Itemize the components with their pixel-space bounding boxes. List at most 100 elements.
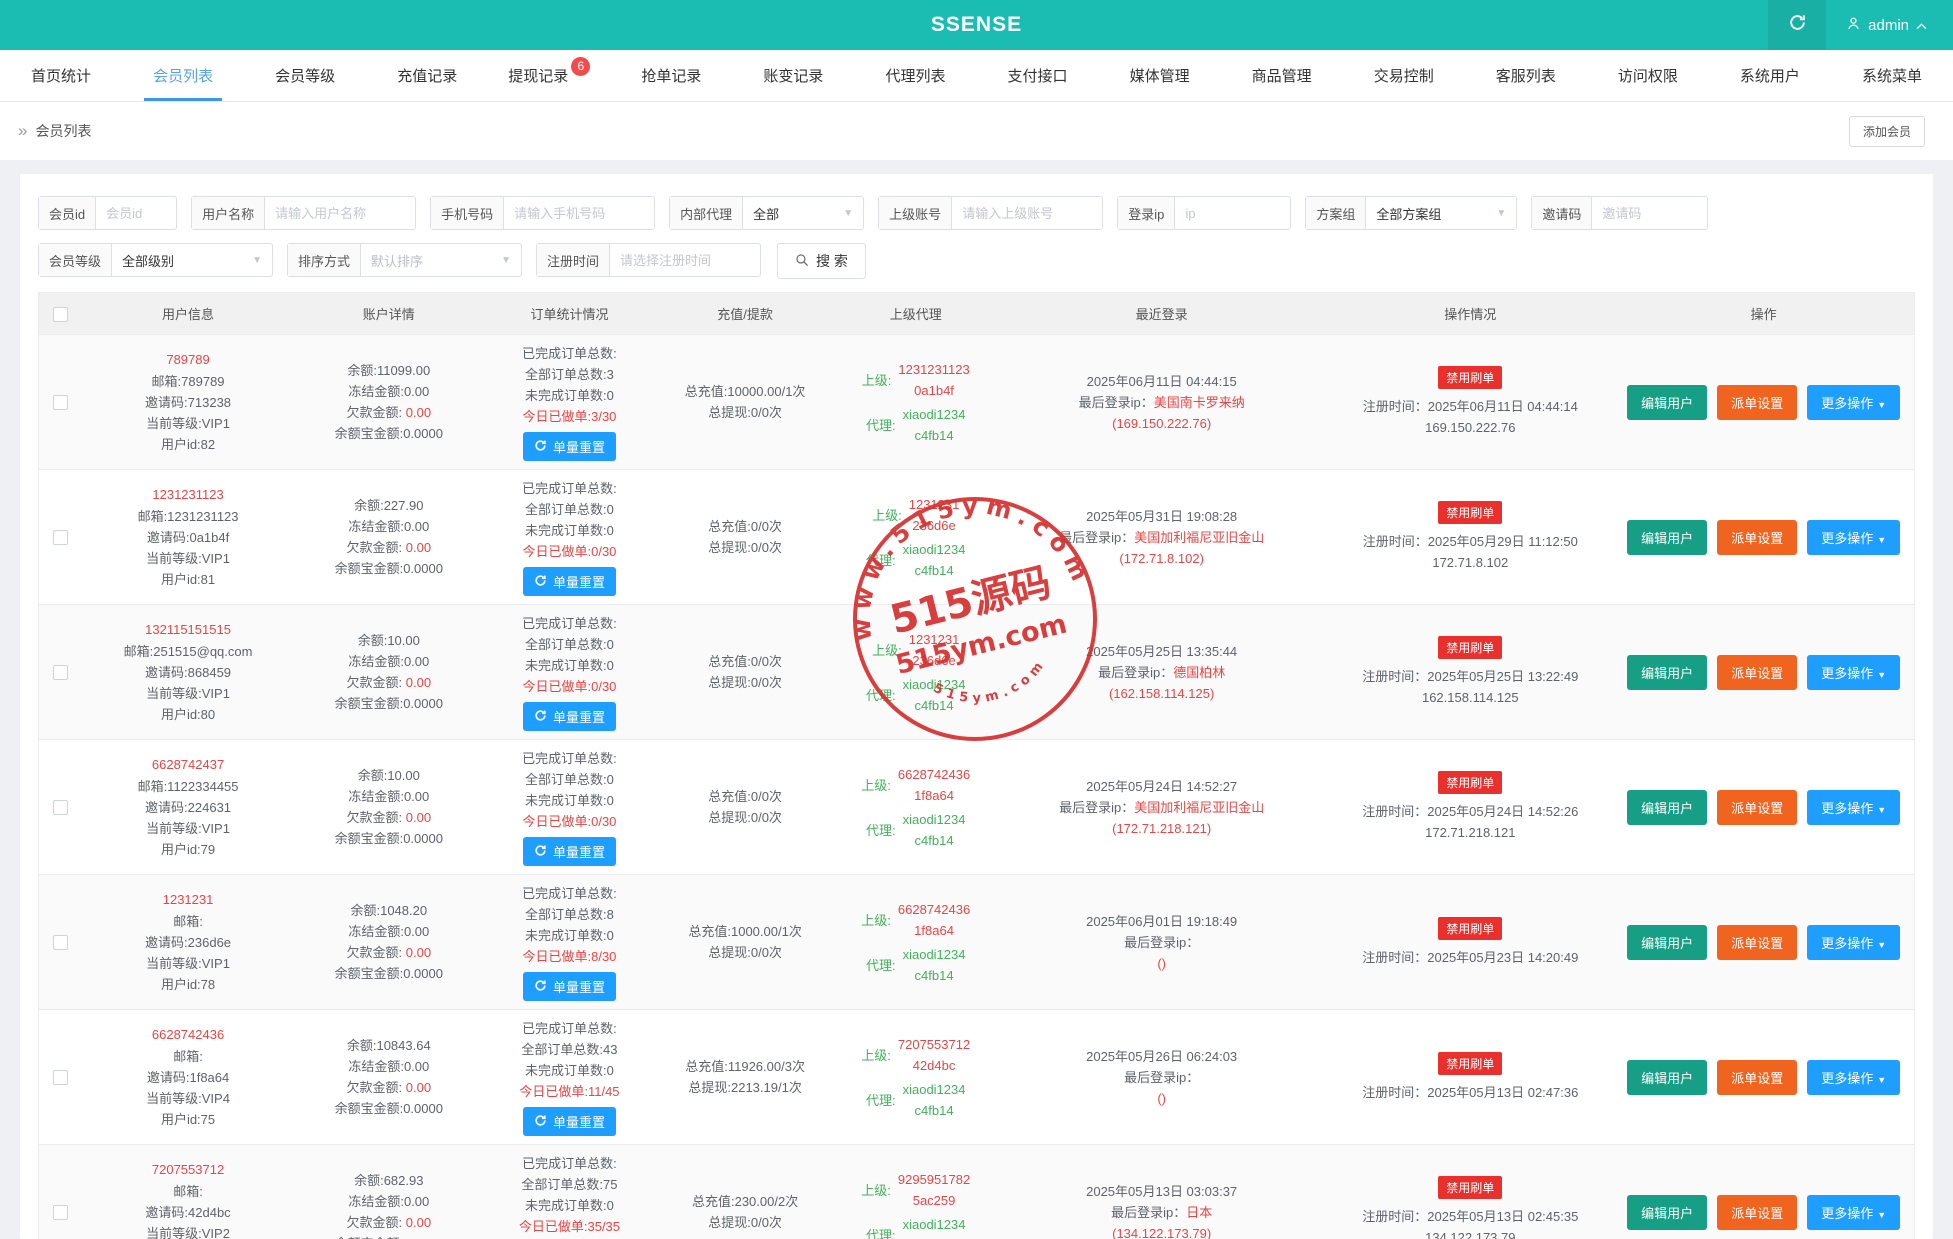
filter-input-register-time[interactable] xyxy=(610,244,761,276)
dispatch-settings-button[interactable]: 派单设置 xyxy=(1717,789,1798,825)
nav-tab-balance-change-records[interactable]: 账变记录 xyxy=(732,50,854,101)
nav-tab-recharge-records[interactable]: 充值记录 xyxy=(366,50,488,101)
dispatch-settings-button[interactable]: 派单设置 xyxy=(1717,1194,1798,1230)
button-label: 编辑用户 xyxy=(1641,665,1694,681)
user-info-line: 当前等级:VIP1 xyxy=(146,956,230,971)
debt-line: 欠款金额: 0.00 xyxy=(346,945,432,960)
row-checkbox[interactable] xyxy=(53,665,69,681)
row-checkbox[interactable] xyxy=(53,1070,69,1086)
more-actions-button[interactable]: 更多操作 ▼ xyxy=(1807,519,1901,555)
user-id[interactable]: 6628742436 xyxy=(85,1024,292,1045)
filter-select-plan-group[interactable]: 全部方案组 ▼ xyxy=(1366,197,1516,229)
nav-tab-payment-api[interactable]: 支付接口 xyxy=(977,50,1099,101)
nav-tab-withdraw-records[interactable]: 提现记录 6 xyxy=(488,50,610,101)
filter-input-parent-account[interactable] xyxy=(952,197,1103,229)
edit-user-button[interactable]: 编辑用户 xyxy=(1627,789,1708,825)
filter-input-phone[interactable] xyxy=(504,197,655,229)
filter-label: 邀请码 xyxy=(1532,197,1593,229)
add-member-button[interactable]: 添加会员 xyxy=(1848,115,1925,147)
search-button[interactable]: 搜 索 xyxy=(777,243,866,279)
reset-order-count-button[interactable]: 单量重置 xyxy=(522,972,616,1001)
nav-tab-label: 交易控制 xyxy=(1373,68,1434,85)
reset-order-count-button[interactable]: 单量重置 xyxy=(522,1107,616,1136)
dispatch-settings-button[interactable]: 派单设置 xyxy=(1717,384,1798,420)
row-checkbox[interactable] xyxy=(53,1205,69,1221)
agent-value: 42d4bc xyxy=(912,1057,956,1073)
filter-input-username[interactable] xyxy=(265,197,416,229)
edit-user-button[interactable]: 编辑用户 xyxy=(1627,924,1708,960)
selected-value: 全部方案组 xyxy=(1376,206,1442,222)
dispatch-settings-button[interactable]: 派单设置 xyxy=(1717,519,1798,555)
user-id[interactable]: 1231231 xyxy=(85,889,292,910)
agent-label: 上级: xyxy=(861,373,892,388)
row-checkbox[interactable] xyxy=(53,935,69,951)
user-id[interactable]: 6628742437 xyxy=(85,754,292,775)
more-actions-button[interactable]: 更多操作 ▼ xyxy=(1807,384,1901,420)
select-all-checkbox[interactable] xyxy=(53,306,69,322)
reset-order-count-button[interactable]: 单量重置 xyxy=(522,702,616,731)
row-checkbox[interactable] xyxy=(53,530,69,546)
edit-user-button[interactable]: 编辑用户 xyxy=(1627,1194,1708,1230)
balance-line: 余额:10.00 xyxy=(357,768,420,783)
nav-tab-agent-list[interactable]: 代理列表 xyxy=(854,50,976,101)
user-id[interactable]: 789789 xyxy=(85,349,292,370)
nav-tab-member-list[interactable]: 会员列表 xyxy=(122,50,244,101)
order-stat-line: 已完成订单总数: xyxy=(522,886,617,901)
last-login-ip-label: 最后登录ip： xyxy=(1059,799,1135,815)
nav-tab-system-menu[interactable]: 系统菜单 xyxy=(1831,50,1953,101)
refresh-button[interactable] xyxy=(1768,0,1827,50)
user-id[interactable]: 1231231123 xyxy=(85,484,292,505)
nav-tab-trade-control[interactable]: 交易控制 xyxy=(1343,50,1465,101)
user-id[interactable]: 7207553712 xyxy=(85,1159,292,1180)
edit-user-button[interactable]: 编辑用户 xyxy=(1627,654,1708,690)
row-checkbox[interactable] xyxy=(53,395,69,411)
debt-line: 欠款金额: 0.00 xyxy=(346,1215,432,1230)
reset-order-count-button[interactable]: 单量重置 xyxy=(522,837,616,866)
filter-select-internal-agent[interactable]: 全部 ▼ xyxy=(743,197,863,229)
dispatch-settings-button[interactable]: 派单设置 xyxy=(1717,1059,1798,1095)
reset-order-count-button[interactable]: 单量重置 xyxy=(522,432,616,461)
nav-tab-member-level[interactable]: 会员等级 xyxy=(244,50,366,101)
ban-order-badge: 禁用刷单 xyxy=(1438,916,1503,940)
filter-select-sort-order[interactable]: 默认排序 ▼ xyxy=(361,244,521,276)
more-actions-button[interactable]: 更多操作 ▼ xyxy=(1807,789,1901,825)
filter-select-member-level[interactable]: 全部级别 ▼ xyxy=(112,244,272,276)
order-stat-line: 全部订单总数:0 xyxy=(525,502,614,517)
row-checkbox[interactable] xyxy=(53,800,69,816)
edit-user-button[interactable]: 编辑用户 xyxy=(1627,1059,1708,1095)
filter-username: 用户名称 xyxy=(191,196,417,230)
filter-input-member-id[interactable] xyxy=(96,197,177,229)
nav-tab-access-rights[interactable]: 访问权限 xyxy=(1587,50,1709,101)
reset-order-count-button[interactable]: 单量重置 xyxy=(522,567,616,596)
nav-tab-system-users[interactable]: 系统用户 xyxy=(1709,50,1831,101)
user-menu[interactable]: admin xyxy=(1826,16,1953,35)
cell-account-detail: 余额:227.90 冻结金额:0.00 欠款金额: 0.00 余额宝金额:0.0000 xyxy=(293,469,485,605)
dispatch-settings-button[interactable]: 派单设置 xyxy=(1717,654,1798,690)
more-actions-button[interactable]: 更多操作 ▼ xyxy=(1807,1059,1901,1095)
login-location: 日本 xyxy=(1186,1204,1213,1220)
agent-value: 9295951782 xyxy=(897,1171,971,1187)
nav-tab-grab-order-records[interactable]: 抢单记录 xyxy=(610,50,732,101)
more-actions-button[interactable]: 更多操作 ▼ xyxy=(1807,924,1901,960)
cell-user-info: 132115151515 邮箱:251515@qq.com 邀请码:868459 当前… xyxy=(82,604,294,740)
nav-tab-label: 支付接口 xyxy=(1007,68,1068,85)
nav-tab-home-stats[interactable]: 首页统计 xyxy=(0,50,122,101)
nav-tab-service-list[interactable]: 客服列表 xyxy=(1465,50,1587,101)
user-id[interactable]: 132115151515 xyxy=(85,619,292,640)
cell-recharge-withdraw: 总充值:0/0次 总提现:0/0次 xyxy=(654,469,836,605)
edit-user-button[interactable]: 编辑用户 xyxy=(1627,384,1708,420)
nav-tab-media-manage[interactable]: 媒体管理 xyxy=(1099,50,1221,101)
more-actions-button[interactable]: 更多操作 ▼ xyxy=(1807,654,1901,690)
debt-value: 0.00 xyxy=(405,810,432,825)
nav-tab-product-manage[interactable]: 商品管理 xyxy=(1221,50,1343,101)
cell-last-login: 2025年06月11日 04:44:15 最后登录ip：美国南卡罗来纳 (169.1… xyxy=(996,334,1328,470)
more-actions-button[interactable]: 更多操作 ▼ xyxy=(1807,1194,1901,1230)
column-header: 用户信息 xyxy=(82,292,294,335)
breadcrumb-bar: » 会员列表 添加会员 xyxy=(0,102,1953,160)
cell-last-login: 2025年05月13日 03:03:37 最后登录ip：日本 (134.122.17… xyxy=(996,1144,1328,1239)
filter-input-login-ip[interactable] xyxy=(1175,197,1291,229)
edit-user-button[interactable]: 编辑用户 xyxy=(1627,519,1708,555)
dispatch-settings-button[interactable]: 派单设置 xyxy=(1717,924,1798,960)
filter-input-invite-code[interactable] xyxy=(1592,197,1708,229)
cell-actions: 编辑用户 派单设置 更多操作 ▼ xyxy=(1613,469,1915,605)
